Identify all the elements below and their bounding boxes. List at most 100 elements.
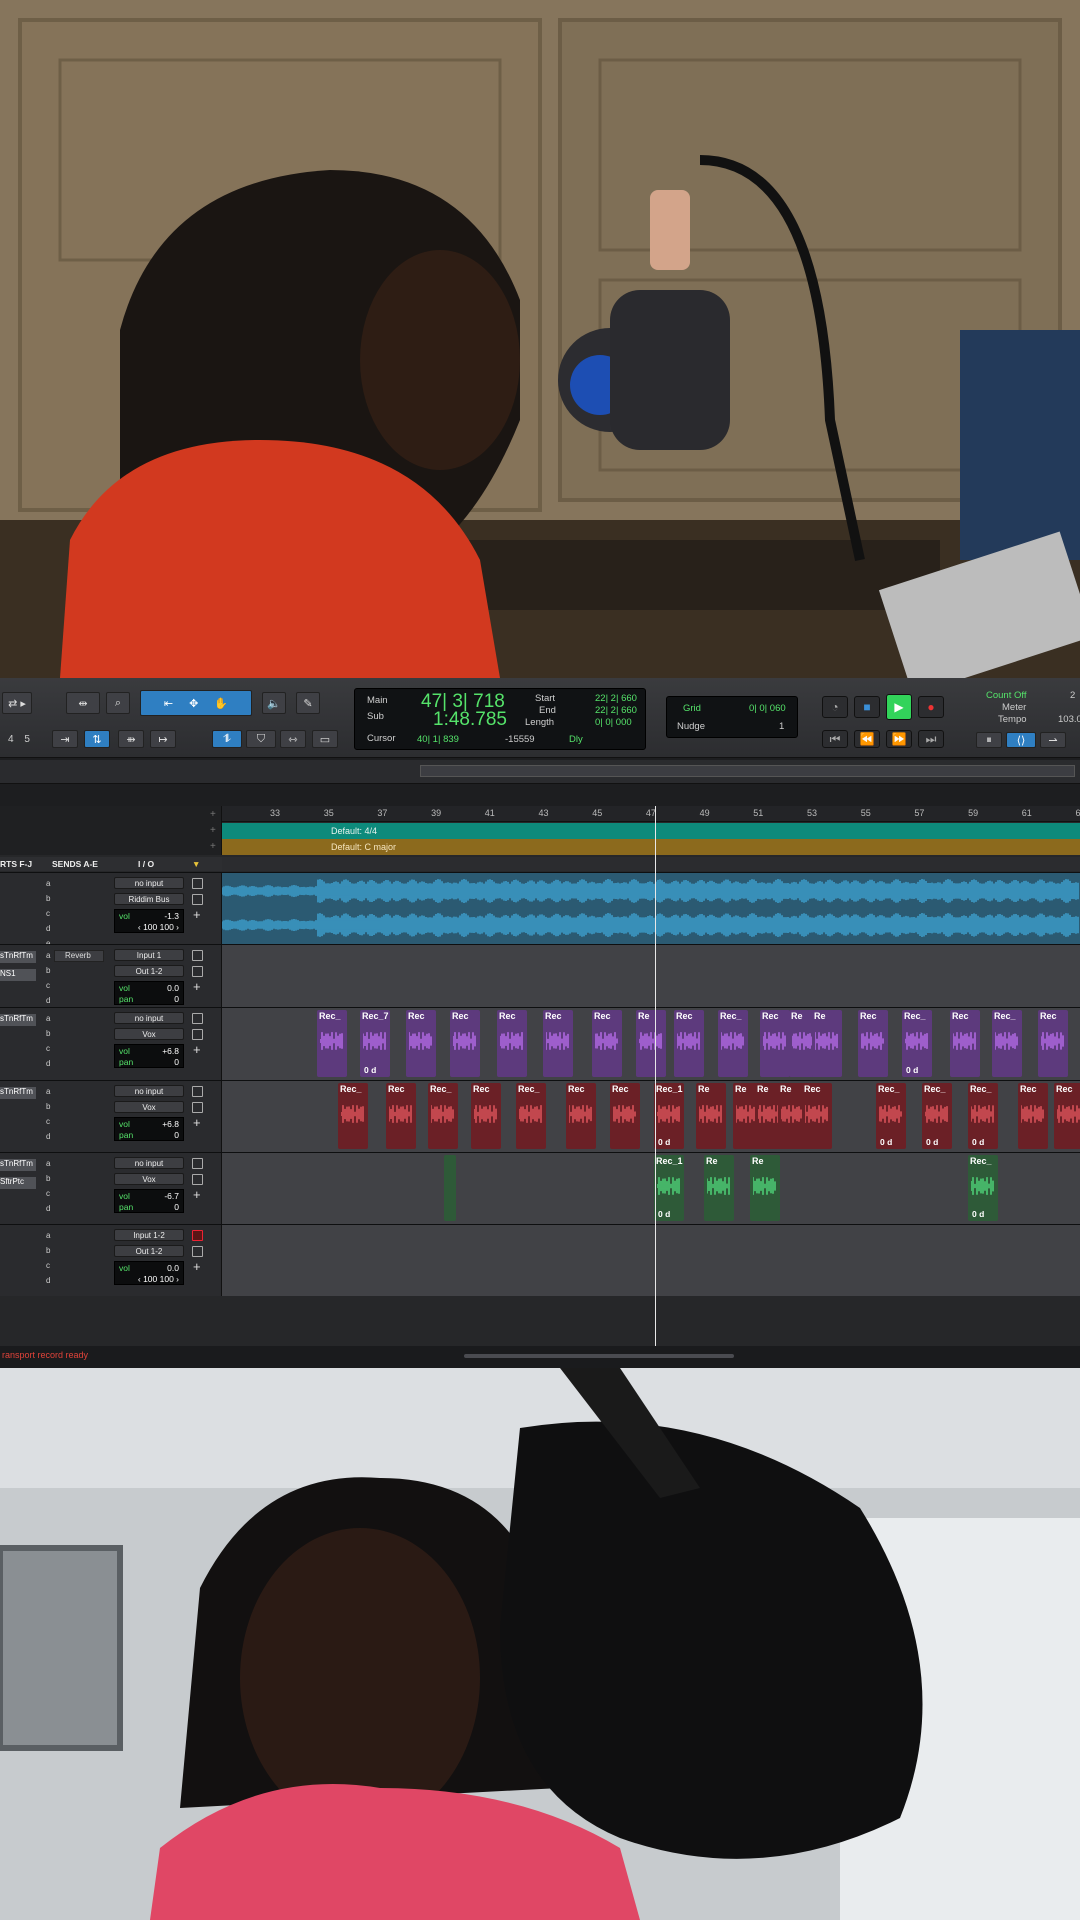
output-selector[interactable]: Vox (114, 1028, 184, 1040)
horizontal-scrollbar[interactable] (464, 1354, 734, 1358)
volume-pan-display[interactable]: vol 0.0 ‹ 100 100 › (114, 1261, 184, 1285)
count-off-button[interactable]: Count Off (986, 690, 1027, 701)
universe-overview[interactable] (0, 760, 1080, 784)
send-slot-a[interactable]: a (46, 1014, 50, 1023)
input-selector[interactable]: no input (114, 1012, 184, 1024)
go-to-end-icon[interactable]: ⏭ (918, 730, 944, 748)
sub-counter-value[interactable]: 1:48.785 (433, 709, 507, 731)
volume-value[interactable]: -6.7 (164, 1191, 179, 1201)
input-selector[interactable]: Input 1 (114, 949, 184, 961)
audio-clip[interactable]: Rec_ 0 d (876, 1083, 906, 1149)
tempo-value[interactable]: 103.0 (1058, 714, 1080, 725)
pan-value[interactable]: 0 (174, 994, 179, 1004)
track-output-window-icon[interactable] (192, 1013, 203, 1024)
send-slot-b[interactable]: b (46, 894, 50, 903)
edit-tool-group[interactable]: ⇤ ✥ ✋ (140, 690, 252, 716)
volume-value[interactable]: +6.8 (162, 1046, 179, 1056)
audio-clip[interactable]: Rec_ (516, 1083, 546, 1149)
send-slot-b[interactable]: b (46, 1246, 50, 1255)
audio-clip[interactable]: Rec_ 0 d (922, 1083, 952, 1149)
forward-icon[interactable]: ⏩ (886, 730, 912, 748)
track-playlist-lane[interactable]: Rec_ Rec Rec_ Rec Rec_ Rec Rec Rec_1 0 d… (222, 1081, 1080, 1152)
send-slot-c[interactable]: c (46, 1044, 50, 1053)
comments-icon[interactable] (192, 894, 203, 905)
input-selector[interactable]: Input 1-2 (114, 1229, 184, 1241)
loop-button[interactable]: ⇿ (280, 730, 306, 748)
tab-to-transient-button[interactable]: ⇻ (118, 730, 144, 748)
comments-icon[interactable] (192, 1029, 203, 1040)
send-slot-c[interactable]: c (46, 1189, 50, 1198)
send-slot-a[interactable]: a (46, 879, 50, 888)
send-slot-b[interactable]: b (46, 1174, 50, 1183)
send-slot-a[interactable]: a (46, 1231, 50, 1240)
track-6[interactable]: a b c d Input 1-2 Out 1-2 vol 0.0 ‹ 100 100 ›… (0, 1224, 1080, 1296)
insert-slot-2[interactable]: NS1 (0, 969, 36, 981)
volume-pan-display[interactable]: vol +6.8 pan 0 (114, 1117, 184, 1141)
send-slot-c[interactable]: c (46, 1117, 50, 1126)
input-selector[interactable]: no input (114, 1157, 184, 1169)
track-output-window-icon[interactable] (192, 950, 203, 961)
track-5[interactable]: sTnRfTm SftrPtc a b c d no input Vox vol -6.7 p… (0, 1152, 1080, 1224)
window-config-button[interactable]: ▭ (312, 730, 338, 748)
track-output-window-icon[interactable] (192, 1158, 203, 1169)
send-slot-c[interactable]: c (46, 981, 50, 990)
tempo-button[interactable]: Tempo (998, 714, 1027, 725)
track-3[interactable]: sTnRfTm a b c d no input Vox vol +6.8 pan 0 + R… (0, 1007, 1080, 1080)
pan-value[interactable]: 0 (174, 1202, 179, 1212)
send-slot-a[interactable]: a (46, 1159, 50, 1168)
audio-clip[interactable]: Rec (450, 1010, 480, 1077)
send-slot-c[interactable]: c (46, 1261, 50, 1270)
send-slot-a[interactable]: a (46, 1087, 50, 1096)
track-playlist-lane[interactable] (222, 945, 1080, 1007)
comments-icon[interactable] (192, 1246, 203, 1257)
send-slot-d[interactable]: d (46, 924, 50, 933)
send-slot-b[interactable]: b (46, 966, 50, 975)
track-playlist-lane[interactable] (222, 1225, 1080, 1296)
pan-value[interactable]: ‹ 100 100 › (138, 922, 179, 932)
volume-value[interactable]: 0.0 (167, 983, 179, 993)
stop-icon[interactable]: ■ (854, 696, 880, 718)
pan-value[interactable]: 0 (174, 1057, 179, 1067)
grid-label[interactable]: Grid (683, 703, 701, 714)
insert-slot[interactable]: sTnRfTm (0, 1087, 36, 1099)
audio-clip[interactable]: Rec (543, 1010, 573, 1077)
zoom-icon[interactable]: ⌕ (106, 692, 130, 714)
add-send-icon[interactable]: + (193, 980, 201, 993)
hand-icon[interactable]: ✋ (214, 697, 228, 710)
key-marker[interactable]: Default: C major (331, 842, 396, 852)
send-slot-d[interactable]: d (46, 996, 50, 1005)
track-output-window-icon[interactable] (192, 1230, 203, 1241)
pre-post-roll-button[interactable]: ⟨⟩ (1006, 732, 1036, 748)
insert-slot-2[interactable]: SftrPtc (0, 1177, 36, 1189)
stereo-waveform[interactable] (221, 873, 1080, 945)
speaker-icon[interactable]: 🔈 (262, 692, 286, 714)
volume-pan-display[interactable]: vol +6.8 pan 0 (114, 1044, 184, 1068)
pan-value[interactable]: ‹ 100 100 › (138, 1274, 179, 1284)
send-slot-c[interactable]: c (46, 909, 50, 918)
mirror-button[interactable]: ↦ (150, 730, 176, 748)
volume-pan-display[interactable]: vol -6.7 pan 0 (114, 1189, 184, 1213)
audio-clip[interactable]: Rec (1018, 1083, 1048, 1149)
track-playlist-lane[interactable]: Rec_1 0 d Re Re Rec_ 0 d (222, 1153, 1080, 1224)
add-send-icon[interactable]: + (193, 1043, 201, 1056)
add-key-icon[interactable]: + (210, 841, 216, 852)
track-output-window-icon[interactable] (192, 1086, 203, 1097)
online-icon[interactable]: ◔ (822, 696, 848, 718)
grabber-icon[interactable]: ✥ (189, 697, 198, 710)
send-slot-b[interactable]: b (46, 1029, 50, 1038)
audio-clip[interactable]: Re (704, 1155, 734, 1221)
audio-clip[interactable]: Rec (950, 1010, 980, 1077)
play-icon[interactable]: ▶ (886, 694, 912, 720)
audio-clip[interactable]: Rec (1038, 1010, 1068, 1077)
add-marker-icon[interactable]: + (210, 809, 216, 820)
input-selector[interactable]: no input (114, 1085, 184, 1097)
track-output-window-icon[interactable] (192, 878, 203, 889)
add-send-icon[interactable]: + (193, 1188, 201, 1201)
nudge-label[interactable]: Nudge (677, 721, 705, 732)
audio-clip[interactable]: Rec (592, 1010, 622, 1077)
automation-follows-button[interactable]: ⥮ (212, 730, 242, 748)
nudge-left-button[interactable]: ⇥ (52, 730, 78, 748)
pan-value[interactable]: 0 (174, 1130, 179, 1140)
audio-clip[interactable]: Rec (674, 1010, 704, 1077)
pencil-icon[interactable]: ✎ (296, 692, 320, 714)
